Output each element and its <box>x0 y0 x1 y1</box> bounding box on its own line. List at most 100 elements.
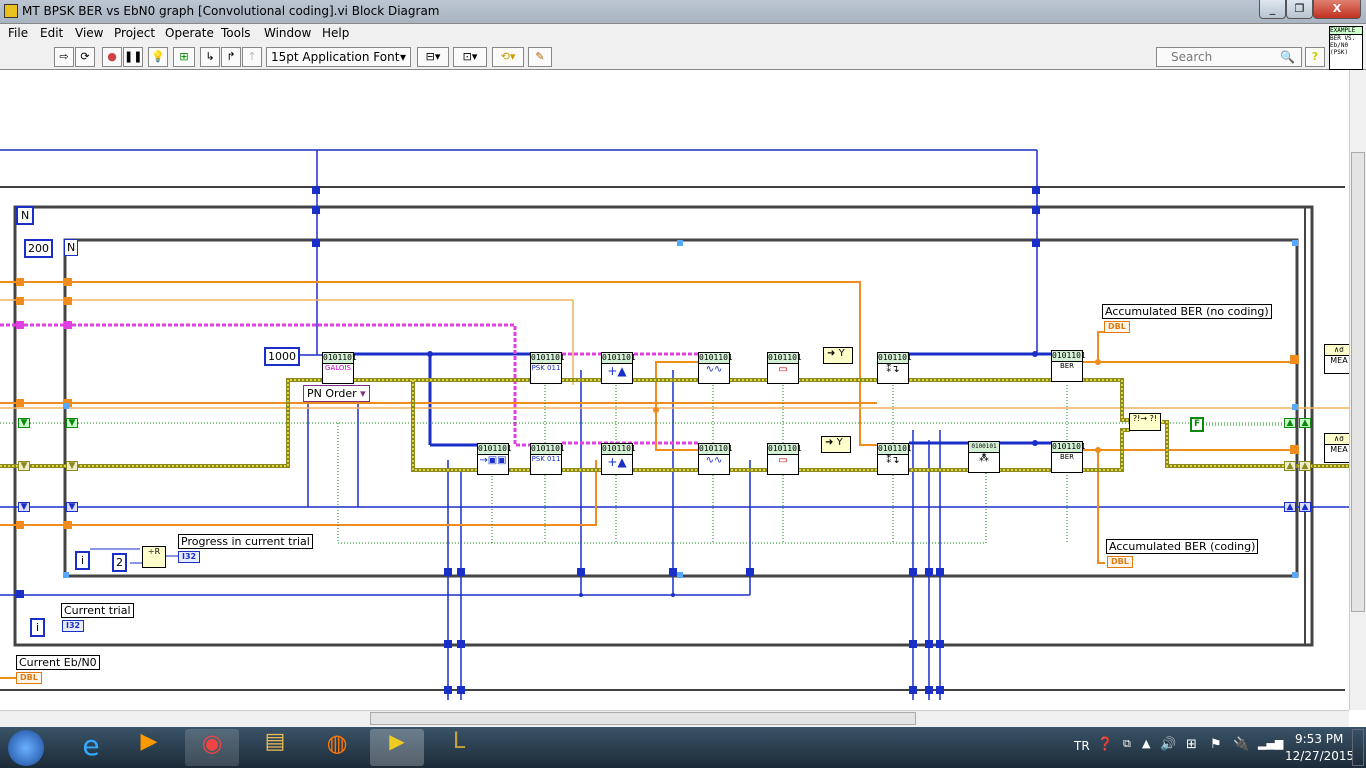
iteration-terminal-outer: i <box>30 618 46 637</box>
shift-register-bool-icon: ▼ <box>66 418 78 428</box>
vertical-scrollbar[interactable] <box>1349 70 1366 710</box>
loop-count-terminal-inner[interactable]: N <box>64 239 79 256</box>
outer-for-loop <box>13 205 1314 647</box>
node-header: 0101101 <box>699 444 733 455</box>
clock-date[interactable]: 12/27/2015 <box>1285 749 1354 763</box>
ber-coding-label: Accumulated BER (coding) <box>1106 539 1259 554</box>
gaussian-icon: +▲ <box>607 364 627 378</box>
viterbi-decode-node[interactable]: 0100101 0 ⁂ <box>968 441 1000 473</box>
node-header: 0101101 <box>878 444 912 455</box>
bits-icon: ⁑↴ <box>886 364 900 375</box>
decode-node[interactable]: 0101101 ⁑↴ <box>877 443 912 475</box>
ber-node[interactable]: 0101101 BER <box>1051 441 1086 473</box>
node-header: 0101101 <box>602 353 636 364</box>
tunnels <box>16 186 1299 694</box>
node-header: 0101101 <box>478 444 512 455</box>
language-indicator[interactable]: TR <box>1074 739 1090 753</box>
pn-order-enum[interactable]: PN Order ▾ <box>303 385 370 402</box>
loop-count-terminal-outer[interactable]: N <box>16 206 35 225</box>
gaussian-icon: +▲ <box>607 455 627 469</box>
waveform-icon: ∿∿ <box>705 364 723 375</box>
node-header: 0101101 <box>699 353 733 364</box>
progress-label: Progress in current trial <box>178 534 313 549</box>
action-center-icon[interactable]: ⚑ <box>1210 737 1222 752</box>
league-of-legends-icon[interactable]: L <box>432 729 486 766</box>
waveform-icon: ∿∿ <box>705 455 723 466</box>
demodulate-node[interactable]: 0101101 ∿∿ <box>698 443 733 475</box>
firefox-icon[interactable]: ◍ <box>310 729 364 766</box>
false-constant[interactable]: F <box>1190 417 1205 432</box>
node-header: 0101101 <box>531 353 565 364</box>
current-trial-indicator[interactable]: I32 <box>62 620 85 632</box>
shift-register-error-icon: ▲ <box>1284 461 1296 471</box>
merge-errors-icon[interactable]: ?!→ ?! <box>1129 413 1161 431</box>
eye-icon: ▭ <box>778 364 788 375</box>
psk-label: PSK 011 <box>531 455 561 463</box>
shift-register-bool-icon: ▼ <box>18 418 30 428</box>
network-tray-icon[interactable]: ⧉ <box>1123 737 1131 751</box>
help-tray-icon[interactable]: ❓ <box>1097 737 1113 752</box>
constant-2[interactable]: 2 <box>112 553 127 572</box>
awgn-node[interactable]: 0101101 +▲ <box>601 443 636 475</box>
show-hidden-icons[interactable]: ▲ <box>1142 737 1150 750</box>
select-label: Y <box>836 437 843 448</box>
shift-register-int-icon: ▲ <box>1299 502 1311 512</box>
ber-no-coding-indicator[interactable]: DBL <box>1104 321 1130 333</box>
trellis-icon: ⁂ <box>979 453 989 464</box>
labview-taskbar-icon[interactable]: ▶ <box>370 729 424 766</box>
node-header: 0101101 <box>878 353 912 364</box>
clock-time[interactable]: 9:53 PM <box>1295 732 1343 746</box>
power-icon[interactable]: 🔌 <box>1233 737 1249 752</box>
constant-200[interactable]: 200 <box>24 239 53 258</box>
bits-icon: ⁑↴ <box>886 455 900 466</box>
file-explorer-icon[interactable]: ▤ <box>248 729 302 766</box>
decode-node[interactable]: 0101101 ⁑↴ <box>877 352 912 384</box>
windows-flag-icon[interactable]: ⊞ <box>1186 737 1197 752</box>
horizontal-scroll-thumb[interactable] <box>370 712 916 725</box>
show-desktop-button[interactable] <box>1352 729 1364 766</box>
psk-modulate-node[interactable]: 0101101 PSK 011 <box>530 443 565 475</box>
constant-1000[interactable]: 1000 <box>264 347 300 366</box>
demodulate-node[interactable]: 0101101 ∿∿ <box>698 352 733 384</box>
shift-register-error-icon: ▲ <box>1299 461 1311 471</box>
select-label: Y <box>838 348 845 359</box>
vertical-scroll-thumb[interactable] <box>1351 152 1365 612</box>
detect-node[interactable]: 0101101 ▭ <box>767 352 802 384</box>
shift-register-bool-icon: ▲ <box>1299 418 1311 428</box>
node-header: 0101101 <box>531 444 565 455</box>
chevron-down-icon: ▾ <box>360 387 366 400</box>
current-ebn0-label: Current Eb/N0 <box>16 655 100 670</box>
media-player-icon[interactable]: ▶ <box>122 729 176 766</box>
start-button[interactable] <box>8 730 44 766</box>
ber-coding-indicator[interactable]: DBL <box>1107 556 1133 568</box>
quotient-remainder-icon[interactable]: ÷R <box>142 546 166 568</box>
shift-register-int-icon: ▼ <box>66 502 78 512</box>
psk-modulate-node[interactable]: 0101101 PSK 011 <box>530 352 565 384</box>
prbs-galois-node[interactable]: 0101101 GALOIS <box>322 352 357 384</box>
galois-label: GALOIS <box>325 364 351 372</box>
select-node[interactable]: ➜ Y <box>821 436 851 453</box>
chrome-icon[interactable]: ◉ <box>185 729 239 766</box>
node-header: 0101101 <box>602 444 636 455</box>
internet-explorer-icon[interactable]: e <box>64 729 118 766</box>
node-header: 0101101 <box>768 353 802 364</box>
node-header: 0100101 0 <box>969 442 999 460</box>
convolutional-encode-node[interactable]: 0101101 →▣▣ <box>477 443 512 475</box>
node-header: 0101101 <box>1052 351 1086 362</box>
progress-indicator[interactable]: I32 <box>178 551 201 563</box>
volume-icon[interactable]: 🔊 <box>1160 737 1176 752</box>
detect-node[interactable]: 0101101 ▭ <box>767 443 802 475</box>
select-node[interactable]: ➜ Y <box>823 347 853 364</box>
signal-icon[interactable]: ▂▄▆ <box>1258 737 1283 750</box>
shift-register-error-icon: ▼ <box>18 461 30 471</box>
current-ebn0-indicator[interactable]: DBL <box>16 672 42 684</box>
taskbar: e ▶ ◉ ▤ ◍ ▶ L TR ❓ ⧉ ▲ 🔊 ⊞ ⚑ 🔌 ▂▄▆ 9:53 … <box>0 727 1366 768</box>
ber-node[interactable]: 0101101 BER <box>1051 350 1086 382</box>
wires <box>0 149 1349 700</box>
horizontal-scrollbar[interactable] <box>0 710 1349 727</box>
current-trial-label: Current trial <box>61 603 134 618</box>
ber-label: BER <box>1059 453 1075 461</box>
eye-icon: ▭ <box>778 455 788 466</box>
awgn-node[interactable]: 0101101 +▲ <box>601 352 636 384</box>
pn-order-label: PN Order <box>307 387 357 400</box>
